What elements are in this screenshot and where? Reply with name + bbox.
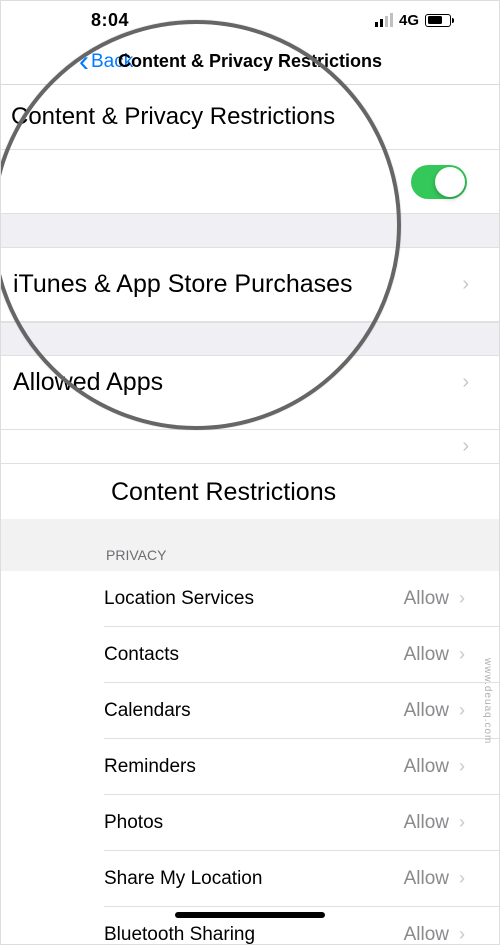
row-value: Allow xyxy=(404,924,449,945)
list-item[interactable]: Share My Location Allow › xyxy=(104,851,499,907)
chevron-right-icon: › xyxy=(459,700,465,721)
nav-title: Content & Privacy Restrictions xyxy=(1,51,499,72)
section-gap xyxy=(1,214,499,248)
chevron-right-icon: › xyxy=(459,924,465,945)
row-label: Bluetooth Sharing xyxy=(104,924,255,945)
back-button[interactable]: ‹ Back xyxy=(79,47,133,77)
content-restrictions-label: Content Restrictions xyxy=(1,464,499,519)
privacy-list: Location Services Allow › Contacts Allow ›… xyxy=(1,571,499,945)
nav-bar: ‹ Back Content & Privacy Restrictions xyxy=(1,39,499,85)
privacy-section-header: PRIVACY xyxy=(1,519,499,571)
row-label: Allowed Apps xyxy=(13,368,163,397)
chevron-left-icon: ‹ xyxy=(79,47,89,77)
signal-icon xyxy=(375,13,393,27)
chevron-right-icon: › xyxy=(462,371,469,394)
screenshot: 8:04 4G ‹ Back Content & Privacy Restric… xyxy=(0,0,500,945)
row-label: Reminders xyxy=(104,756,196,778)
status-time: 8:04 xyxy=(91,10,129,31)
status-bar: 8:04 4G xyxy=(1,1,499,39)
row-label: Location Services xyxy=(104,588,254,610)
chevron-right-icon: › xyxy=(459,588,465,609)
restrictions-toggle-row xyxy=(1,150,499,214)
row-value: Allow xyxy=(404,588,449,610)
status-right: 4G xyxy=(375,12,451,29)
chevron-right-icon: › xyxy=(459,812,465,833)
list-item[interactable]: Location Services Allow › xyxy=(104,571,499,627)
row-value: Allow xyxy=(404,644,449,666)
list-item[interactable]: Photos Allow › xyxy=(104,795,499,851)
row-value: Allow xyxy=(404,812,449,834)
row-label: iTunes & App Store Purchases xyxy=(13,270,353,299)
content-restrictions-row-chevron[interactable]: › xyxy=(1,430,499,464)
row-value: Allow xyxy=(404,700,449,722)
network-label: 4G xyxy=(399,12,419,29)
list-item[interactable]: Reminders Allow › xyxy=(104,739,499,795)
chevron-right-icon: › xyxy=(459,756,465,777)
watermark: www.deuaq.com xyxy=(482,658,493,744)
row-label: Contacts xyxy=(104,644,179,666)
chevron-right-icon: › xyxy=(459,868,465,889)
itunes-purchases-row[interactable]: iTunes & App Store Purchases › xyxy=(1,248,499,322)
row-value: Allow xyxy=(404,756,449,778)
section-gap xyxy=(1,322,499,356)
chevron-right-icon: › xyxy=(459,644,465,665)
battery-icon xyxy=(425,14,451,27)
chevron-right-icon: › xyxy=(462,273,469,296)
row-label: Photos xyxy=(104,812,163,834)
allowed-apps-row[interactable]: Allowed Apps › xyxy=(1,356,499,430)
row-label: Share My Location xyxy=(104,868,262,890)
list-item[interactable]: Calendars Allow › xyxy=(104,683,499,739)
row-value: Allow xyxy=(404,868,449,890)
back-label: Back xyxy=(91,51,133,73)
chevron-right-icon: › xyxy=(462,435,469,458)
row-label: Calendars xyxy=(104,700,191,722)
page-title: Content & Privacy Restrictions xyxy=(1,85,499,150)
restrictions-toggle[interactable] xyxy=(411,165,467,199)
home-indicator[interactable] xyxy=(175,912,325,918)
list-item[interactable]: Contacts Allow › xyxy=(104,627,499,683)
